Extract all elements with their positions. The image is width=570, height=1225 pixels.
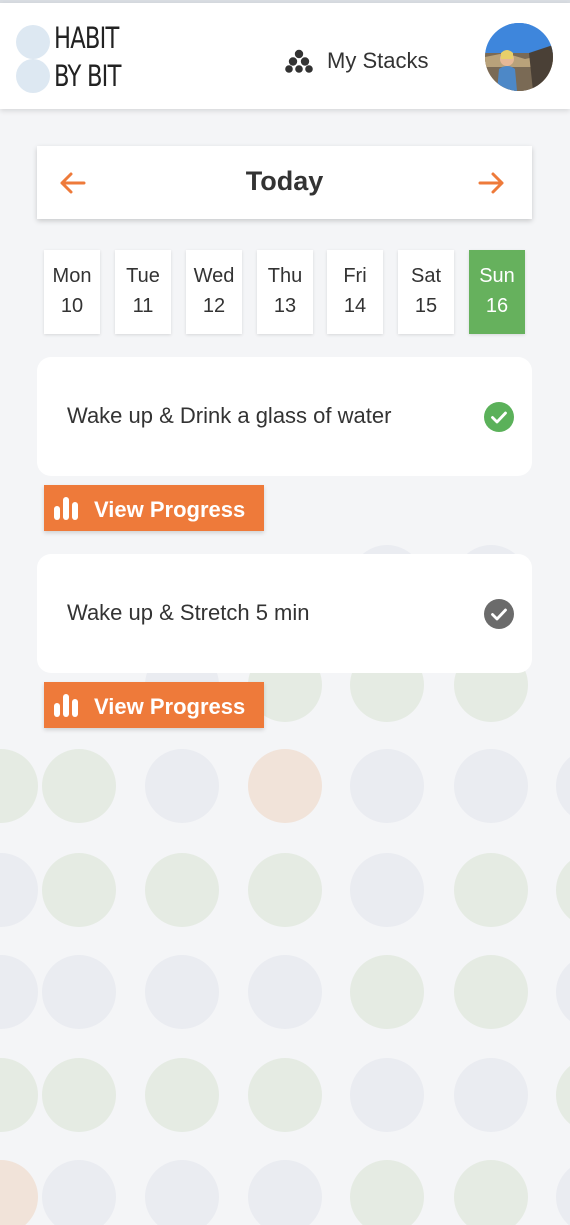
logo-circle-bottom xyxy=(16,59,50,93)
habit-card[interactable]: Wake up & Stretch 5 min xyxy=(37,554,532,673)
day-name: Wed xyxy=(193,265,235,287)
date-navigator: Today xyxy=(37,146,532,219)
day-number: 13 xyxy=(273,295,297,317)
day-name: Tue xyxy=(126,265,160,287)
day-tue[interactable]: Tue 11 xyxy=(115,250,171,334)
arrow-right-icon[interactable] xyxy=(477,168,507,198)
my-stacks-label: My Stacks xyxy=(327,48,429,73)
my-stacks-link[interactable]: My Stacks xyxy=(285,43,428,79)
day-wed[interactable]: Wed 12 xyxy=(186,250,242,334)
day-thu[interactable]: Thu 13 xyxy=(257,250,313,334)
day-number: 15 xyxy=(414,295,438,317)
view-progress-label: View Progress xyxy=(94,694,246,719)
day-number: 14 xyxy=(343,295,367,317)
logo-text-line2: BY BIT xyxy=(54,59,121,93)
stacks-icon xyxy=(285,49,313,73)
view-progress-label: View Progress xyxy=(94,497,246,522)
day-name: Sat xyxy=(410,265,442,287)
habit-name: Wake up & Drink a glass of water xyxy=(67,403,392,428)
habit-name: Wake up & Stretch 5 min xyxy=(67,600,310,625)
app-logo[interactable]: HABIT BY BIT xyxy=(16,21,146,97)
avatar[interactable] xyxy=(485,23,553,91)
day-number: 12 xyxy=(202,295,226,317)
day-name: Thu xyxy=(267,265,303,287)
profile-photo-icon xyxy=(485,23,553,91)
check-circle-icon[interactable] xyxy=(484,599,514,629)
logo-text-line1: HABIT xyxy=(54,21,119,55)
habit-card[interactable]: Wake up & Drink a glass of water xyxy=(37,357,532,476)
day-name: Fri xyxy=(343,265,367,287)
bar-chart-icon xyxy=(54,694,78,717)
day-sun[interactable]: Sun 16 xyxy=(469,250,525,334)
view-progress-button[interactable]: View Progress xyxy=(44,682,264,728)
day-fri[interactable]: Fri 14 xyxy=(327,250,383,334)
day-number: 11 xyxy=(132,295,154,317)
date-title: Today xyxy=(245,166,324,196)
day-mon[interactable]: Mon 10 xyxy=(44,250,100,334)
view-progress-button[interactable]: View Progress xyxy=(44,485,264,531)
day-name: Mon xyxy=(52,265,92,287)
day-number: 16 xyxy=(485,295,509,317)
day-selector: Mon 10 Tue 11 Wed 12 Thu 13 Fri 14 Sat 1… xyxy=(44,250,525,334)
day-number: 10 xyxy=(60,295,84,317)
bar-chart-icon xyxy=(54,497,78,520)
logo-circle-top xyxy=(16,25,50,59)
check-circle-icon[interactable] xyxy=(484,402,514,432)
app-header: HABIT BY BIT My Stacks xyxy=(0,3,570,109)
day-name: Sun xyxy=(479,265,515,287)
day-sat[interactable]: Sat 15 xyxy=(398,250,454,334)
